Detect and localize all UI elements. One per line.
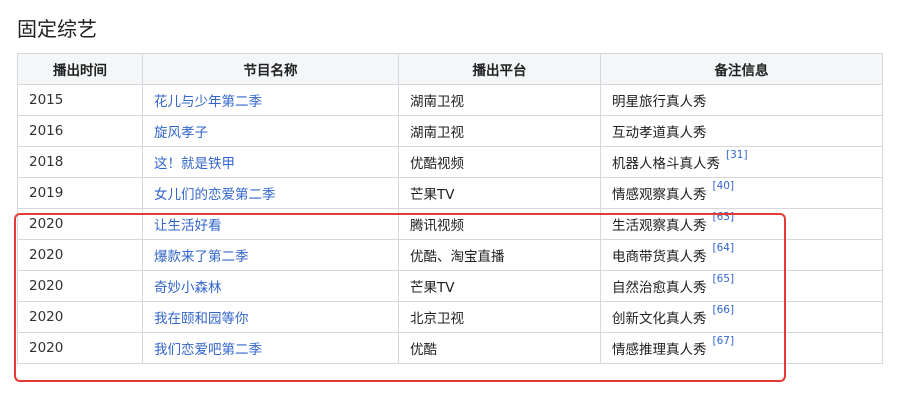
header-air-time[interactable]: 播出时间 — [17, 53, 143, 85]
show-name-link[interactable]: 我们恋爱吧第二季 — [154, 342, 262, 358]
reference-link[interactable]: [31] — [726, 149, 748, 161]
header-platform[interactable]: 播出平台 — [398, 53, 601, 85]
reference-link[interactable]: [64] — [713, 242, 735, 254]
cell-air-year: 2020 — [17, 239, 143, 271]
cell-note: 自然治愈真人秀 [65] — [600, 270, 883, 302]
cell-platform: 腾讯视频 — [398, 208, 601, 240]
cell-show-name: 旋风孝子 — [142, 115, 399, 147]
cell-show-name: 爆款来了第二季 — [142, 239, 399, 271]
cell-note: 创新文化真人秀 [66] — [600, 301, 883, 333]
cell-platform: 芒果TV — [398, 177, 601, 209]
cell-platform: 北京卫视 — [398, 301, 601, 333]
note-text: 电商带货真人秀 — [612, 249, 707, 265]
cell-show-name: 让生活好看 — [142, 208, 399, 240]
table-row: 2020 我在颐和园等你 北京卫视 创新文化真人秀 [66] — [17, 301, 883, 333]
cell-note: 明星旅行真人秀 — [600, 84, 883, 116]
table-header-row: 播出时间 节目名称 播出平台 备注信息 — [17, 53, 883, 85]
cell-air-year: 2019 — [17, 177, 143, 209]
cell-show-name: 花儿与少年第二季 — [142, 84, 399, 116]
note-text: 明星旅行真人秀 — [612, 94, 707, 110]
note-text: 自然治愈真人秀 — [612, 280, 707, 296]
cell-show-name: 奇妙小森林 — [142, 270, 399, 302]
cell-note: 机器人格斗真人秀 [31] — [600, 146, 883, 178]
table-row: 2018 这！就是铁甲 优酷视频 机器人格斗真人秀 [31] — [17, 146, 883, 178]
cell-show-name: 我们恋爱吧第二季 — [142, 332, 399, 364]
cell-air-year: 2020 — [17, 208, 143, 240]
section-title: 固定综艺 — [17, 17, 97, 41]
reference-link[interactable]: [65] — [713, 273, 735, 285]
cell-air-year: 2020 — [17, 332, 143, 364]
cell-note: 电商带货真人秀 [64] — [600, 239, 883, 271]
note-text: 机器人格斗真人秀 — [612, 156, 720, 172]
table-row: 2016 旋风孝子 湖南卫视 互动孝道真人秀 — [17, 115, 883, 147]
cell-platform: 优酷、淘宝直播 — [398, 239, 601, 271]
show-name-link[interactable]: 奇妙小森林 — [154, 280, 222, 296]
show-name-link[interactable]: 女儿们的恋爱第二季 — [154, 187, 276, 203]
reference-link[interactable]: [40] — [713, 180, 735, 192]
cell-show-name: 我在颐和园等你 — [142, 301, 399, 333]
cell-air-year: 2020 — [17, 270, 143, 302]
show-name-link[interactable]: 让生活好看 — [154, 218, 222, 234]
note-text: 生活观察真人秀 — [612, 218, 707, 234]
cell-platform: 优酷 — [398, 332, 601, 364]
table-body: 2015 花儿与少年第二季 湖南卫视 明星旅行真人秀 2016 旋风孝子 湖南卫视 互动孝道真… — [17, 84, 883, 364]
cell-air-year: 2015 — [17, 84, 143, 116]
header-note[interactable]: 备注信息 — [600, 53, 883, 85]
cell-note: 生活观察真人秀 [63] — [600, 208, 883, 240]
cell-note: 情感推理真人秀 [67] — [600, 332, 883, 364]
cell-show-name: 女儿们的恋爱第二季 — [142, 177, 399, 209]
cell-air-year: 2020 — [17, 301, 143, 333]
cell-air-year: 2018 — [17, 146, 143, 178]
table-row: 2020 爆款来了第二季 优酷、淘宝直播 电商带货真人秀 [64] — [17, 239, 883, 271]
reference-link[interactable]: [66] — [713, 304, 735, 316]
note-text: 互动孝道真人秀 — [612, 125, 707, 141]
show-name-link[interactable]: 我在颐和园等你 — [154, 311, 249, 327]
cell-platform: 优酷视频 — [398, 146, 601, 178]
reference-link[interactable]: [67] — [713, 335, 735, 347]
table-row: 2019 女儿们的恋爱第二季 芒果TV 情感观察真人秀 [40] — [17, 177, 883, 209]
note-text: 情感推理真人秀 — [612, 342, 707, 358]
table-row: 2020 我们恋爱吧第二季 优酷 情感推理真人秀 [67] — [17, 332, 883, 364]
header-show-name[interactable]: 节目名称 — [142, 53, 399, 85]
variety-show-table: 播出时间 节目名称 播出平台 备注信息 2015 花儿与少年第二季 湖南卫视 明星旅行… — [17, 53, 883, 364]
cell-show-name: 这！就是铁甲 — [142, 146, 399, 178]
cell-platform: 芒果TV — [398, 270, 601, 302]
show-name-link[interactable]: 这！就是铁甲 — [154, 156, 235, 172]
show-name-link[interactable]: 旋风孝子 — [154, 125, 208, 141]
show-name-link[interactable]: 花儿与少年第二季 — [154, 94, 262, 110]
cell-note: 互动孝道真人秀 — [600, 115, 883, 147]
note-text: 情感观察真人秀 — [612, 187, 707, 203]
cell-platform: 湖南卫视 — [398, 84, 601, 116]
table-row: 2020 奇妙小森林 芒果TV 自然治愈真人秀 [65] — [17, 270, 883, 302]
cell-platform: 湖南卫视 — [398, 115, 601, 147]
reference-link[interactable]: [63] — [713, 211, 735, 223]
cell-air-year: 2016 — [17, 115, 143, 147]
note-text: 创新文化真人秀 — [612, 311, 707, 327]
cell-note: 情感观察真人秀 [40] — [600, 177, 883, 209]
show-name-link[interactable]: 爆款来了第二季 — [154, 249, 249, 265]
table-row: 2020 让生活好看 腾讯视频 生活观察真人秀 [63] — [17, 208, 883, 240]
table-row: 2015 花儿与少年第二季 湖南卫视 明星旅行真人秀 — [17, 84, 883, 116]
